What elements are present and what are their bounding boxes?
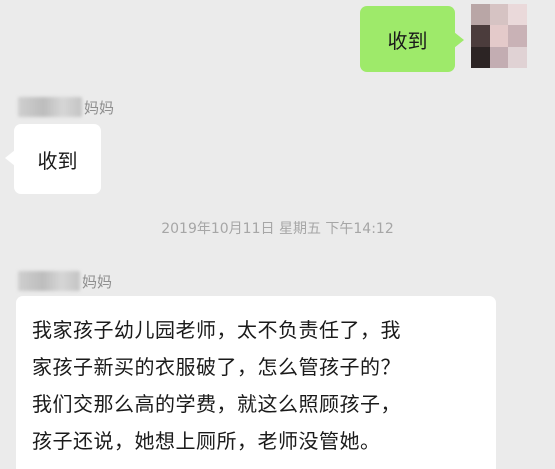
self-avatar-icon[interactable] bbox=[471, 4, 527, 68]
received-message-bubble[interactable]: 收到 bbox=[5, 124, 101, 194]
sender-name-suffix: 妈妈 bbox=[84, 98, 115, 117]
sender-name-suffix: 妈妈 bbox=[82, 272, 113, 291]
sent-message-text: 收到 bbox=[387, 28, 428, 53]
blurred-name-redaction bbox=[18, 97, 82, 117]
received-message-text: 收到 bbox=[37, 148, 78, 173]
message-line: 家孩子新买的衣服破了，怎么管孩子的？ bbox=[32, 355, 401, 379]
blurred-name-redaction bbox=[18, 271, 80, 291]
sender-name-1: 妈妈 bbox=[18, 96, 114, 118]
message-line: 我们交那么高的学费，就这么照顾孩子， bbox=[32, 392, 401, 416]
sent-message-bubble[interactable]: 收到 bbox=[360, 6, 464, 72]
message-timestamp: 2019年10月11日 星期五 下午14:12 bbox=[161, 221, 394, 237]
sender-name-2: 妈妈 bbox=[18, 270, 112, 292]
message-line: 我家孩子幼儿园老师，太不负责任了，我 bbox=[32, 318, 401, 342]
received-message-bubble-long[interactable]: 我家孩子幼儿园老师，太不负责任了，我 家孩子新买的衣服破了，怎么管孩子的？ 我们… bbox=[16, 296, 496, 469]
message-line: 孩子还说，她想上厕所，老师没管她。 bbox=[32, 429, 381, 453]
